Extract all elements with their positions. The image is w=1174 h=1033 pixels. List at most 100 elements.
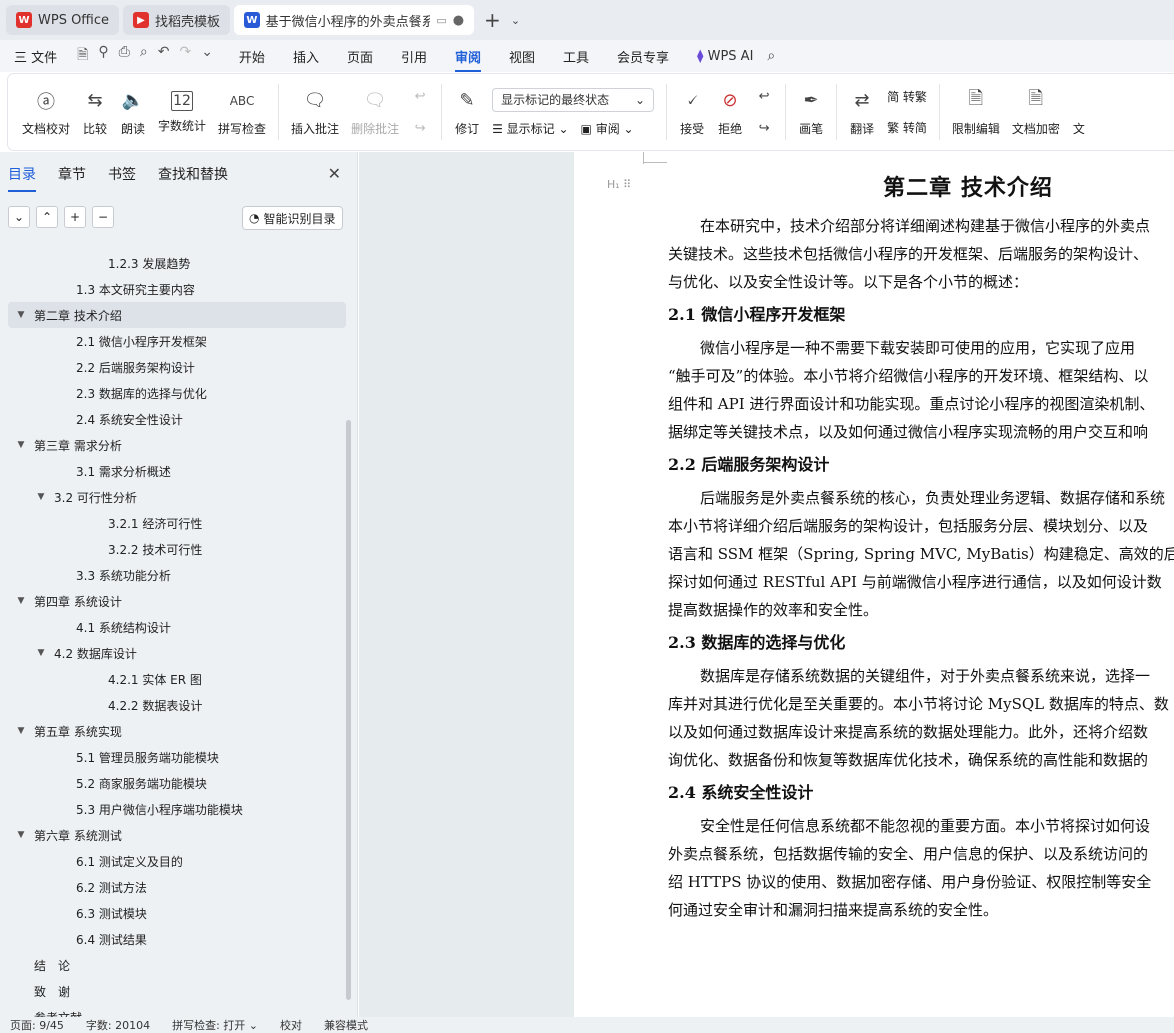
remove-heading-icon[interactable]: −	[92, 206, 114, 228]
encrypt-document-button[interactable]: 🗎 文档加密	[1006, 78, 1066, 146]
toc-item[interactable]: 5.2 商家服务端功能模块	[8, 770, 346, 796]
menu-member[interactable]: 会员专享	[603, 47, 683, 66]
delete-comment-button[interactable]: 🗨 删除批注	[345, 78, 405, 146]
accept-button[interactable]: 🗸 接受	[673, 78, 711, 146]
toc-item[interactable]: ▼ 第三章 需求分析	[8, 432, 346, 458]
insert-comment-button[interactable]: 🗨 插入批注	[285, 78, 345, 146]
toc-item[interactable]: ▼ 第二章 技术介绍	[8, 302, 346, 328]
toc-item[interactable]: 6.3 测试模块	[8, 900, 346, 926]
toc-item[interactable]: 6.2 测试方法	[8, 874, 346, 900]
tab-sections[interactable]: 章节	[58, 164, 86, 192]
menu-wps-ai[interactable]: ⧫ WPS AI	[683, 49, 767, 64]
toc-item[interactable]: 5.1 管理员服务端功能模块	[8, 744, 346, 770]
expand-chevron-icon[interactable]: ⌃	[36, 206, 58, 228]
toc-item[interactable]: ▼ 4.2 数据库设计	[8, 640, 346, 666]
toc-item[interactable]: 1.2.3 发展趋势	[8, 250, 346, 276]
more-ribbon-button[interactable]: 文	[1066, 78, 1092, 146]
toc-item[interactable]: 5.3 用户微信小程序端功能模块	[8, 796, 346, 822]
toc-item[interactable]: 3.2.2 技术可行性	[8, 536, 346, 562]
toc-item[interactable]: ▼ 第六章 系统测试	[8, 822, 346, 848]
word-count-indicator[interactable]: 字数: 20104	[86, 1017, 172, 1033]
new-tab-plus-icon[interactable]: +	[478, 8, 507, 32]
toc-item[interactable]: 2.1 微信小程序开发框架	[8, 328, 346, 354]
to-simplified-button[interactable]: 繁 转简	[887, 119, 927, 136]
document-body[interactable]: 第二章 技术介绍 在本研究中，技术介绍部分将详细阐述构建基于微信小程序的外卖点关…	[668, 170, 1174, 924]
toc-item[interactable]: 6.4 测试结果	[8, 926, 346, 952]
toc-item[interactable]: 4.2.2 数据表设计	[8, 692, 346, 718]
proof-status[interactable]: 校对	[280, 1017, 324, 1033]
pen-button[interactable]: ✒ 画笔	[792, 78, 830, 146]
print-preview-icon[interactable]: ⌕	[140, 44, 148, 68]
close-icon[interactable]: ✕	[328, 164, 341, 183]
tab-document[interactable]: W 基于微信小程序的外卖点餐系 ▭ ●	[234, 5, 475, 35]
tab-find-replace[interactable]: 查找和替换	[158, 164, 228, 192]
restrict-editing-button[interactable]: 🗎 限制编辑	[946, 78, 1006, 146]
menu-insert[interactable]: 插入	[279, 47, 333, 66]
unsaved-dot-icon[interactable]: ●	[453, 13, 464, 28]
translate-button[interactable]: ⇄ 翻译	[843, 78, 881, 146]
menu-home[interactable]: 开始	[225, 47, 279, 66]
toc-item[interactable]: 3.1 需求分析概述	[8, 458, 346, 484]
toc-item[interactable]: 结 论	[8, 952, 346, 978]
undo-icon[interactable]: ↶	[158, 44, 170, 68]
page-indicator[interactable]: 页面: 9/45	[10, 1017, 86, 1033]
compare-button[interactable]: ⇆ 比较	[76, 78, 114, 146]
compat-mode-status[interactable]: 兼容模式	[324, 1017, 390, 1033]
toc-item[interactable]: 3.2.1 经济可行性	[8, 510, 346, 536]
toc-item[interactable]: 2.3 数据库的选择与优化	[8, 380, 346, 406]
review-pane-button[interactable]: ▣ 审阅 ⌄	[581, 120, 634, 137]
menu-file[interactable]: 三 文件	[10, 47, 71, 66]
comment-nav-buttons[interactable]: ↩ ↪	[405, 78, 435, 146]
tab-bookmarks[interactable]: 书签	[108, 164, 136, 192]
toc-item[interactable]: ▼ 第四章 系统设计	[8, 588, 346, 614]
search-icon[interactable]: ⌕	[767, 48, 775, 64]
to-traditional-button[interactable]: 简 转繁	[887, 88, 927, 105]
menu-review[interactable]: 审阅	[441, 47, 495, 72]
redo-icon[interactable]: ↷	[179, 44, 191, 68]
toc-item[interactable]: 2.2 后端服务架构设计	[8, 354, 346, 380]
expand-triangle-icon[interactable]: ▼	[34, 648, 48, 658]
word-count-button[interactable]: 12 字数统计	[152, 78, 212, 146]
toc-item[interactable]: 4.1 系统结构设计	[8, 614, 346, 640]
heading-drag-handle-icon[interactable]: H₁ ⠿	[607, 178, 631, 191]
tab-toc[interactable]: 目录	[8, 164, 36, 192]
spell-check-status[interactable]: 拼写检查: 打开 ⌄	[172, 1017, 280, 1033]
document-page[interactable]: H₁ ⠿ 第二章 技术介绍 在本研究中，技术介绍部分将详细阐述构建基于微信小程序…	[575, 152, 1174, 1017]
read-aloud-button[interactable]: 🔈 朗读	[114, 78, 152, 146]
toc-item[interactable]: 4.2.1 实体 ER 图	[8, 666, 346, 692]
spell-check-button[interactable]: ABC 拼写检查	[212, 78, 272, 146]
toc-item[interactable]: ▼ 第五章 系统实现	[8, 718, 346, 744]
print-icon[interactable]: ⎙	[119, 44, 130, 68]
reject-button[interactable]: ⊘ 拒绝	[711, 78, 749, 146]
expand-triangle-icon[interactable]: ▼	[14, 440, 28, 450]
proofread-button[interactable]: ⓐ 文档校对	[16, 78, 76, 146]
smart-toc-button[interactable]: ◔ 智能识别目录	[242, 206, 343, 230]
collapse-chevron-icon[interactable]: ⌄	[8, 206, 30, 228]
menu-tools[interactable]: 工具	[549, 47, 603, 66]
track-changes-button[interactable]: ✎ 修订	[448, 78, 486, 146]
toc-item[interactable]: 致 谢	[8, 978, 346, 1004]
expand-triangle-icon[interactable]: ▼	[14, 596, 28, 606]
expand-triangle-icon[interactable]: ▼	[14, 310, 28, 320]
paint-format-icon[interactable]: ⚲	[98, 44, 108, 68]
add-heading-icon[interactable]: +	[64, 206, 86, 228]
change-nav-buttons[interactable]: ↩ ↪	[749, 78, 779, 146]
expand-triangle-icon[interactable]: ▼	[34, 492, 48, 502]
sidebar-scrollbar[interactable]	[346, 420, 351, 1000]
menu-view[interactable]: 视图	[495, 47, 549, 66]
toc-item[interactable]: ▼ 3.2 可行性分析	[8, 484, 346, 510]
menu-references[interactable]: 引用	[387, 47, 441, 66]
markup-state-select[interactable]: 显示标记的最终状态 ⌄	[492, 87, 655, 112]
more-chevron-icon[interactable]: ⌄	[201, 44, 213, 68]
tab-list-chevron-icon[interactable]: ⌄	[511, 14, 520, 27]
toc-item[interactable]: 1.3 本文研究主要内容	[8, 276, 346, 302]
toc-item[interactable]: 6.1 测试定义及目的	[8, 848, 346, 874]
menu-page[interactable]: 页面	[333, 47, 387, 66]
toc-item[interactable]: 3.3 系统功能分析	[8, 562, 346, 588]
toc-item[interactable]: 2.4 系统安全性设计	[8, 406, 346, 432]
show-markup-button[interactable]: ☰ 显示标记 ⌄	[492, 120, 568, 137]
tab-wps-home[interactable]: W WPS Office	[6, 5, 120, 35]
tab-templates[interactable]: ▶ 找稻壳模板	[123, 5, 231, 35]
window-icon[interactable]: ▭	[436, 14, 446, 27]
save-icon[interactable]: 🗎	[77, 44, 88, 68]
